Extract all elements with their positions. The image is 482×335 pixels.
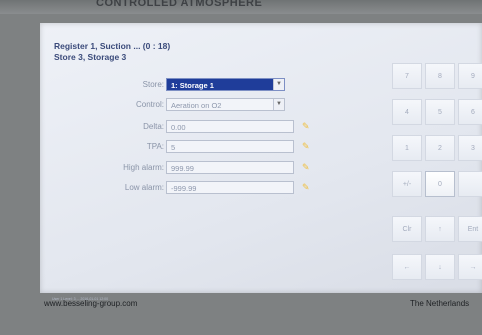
low-alarm-label: Low alarm: [124,183,164,192]
pencil-icon[interactable]: ✎ [302,182,312,193]
tpa-label: TPA: [146,142,164,151]
arrow-right-icon[interactable]: → [458,254,482,280]
arrow-left-icon[interactable]: ← [392,254,422,280]
title-line-2: Store 3, Storage 3 [54,52,127,62]
store-label: Store: [142,80,164,89]
tpa-value: 5 [171,143,176,152]
pencil-icon[interactable]: ✎ [302,121,312,132]
delta-field[interactable]: 0.00 [166,120,294,133]
key-blank[interactable] [458,171,482,197]
low-alarm-row: Low alarm: [40,181,164,195]
pencil-icon[interactable]: ✎ [302,141,312,152]
key-8[interactable]: 8 [425,63,455,89]
control-row: Control: [40,98,164,112]
high-alarm-label: High alarm: [123,163,164,172]
high-alarm-value: 999.99 [171,164,194,173]
device-header-text: CONTROLLED ATMOSPHERE [96,0,263,9]
key-6[interactable]: 6 [458,99,482,125]
tpa-field[interactable]: 5 [166,140,294,153]
title-line-1: Register 1, Suction ... (0 : 18) [54,41,171,51]
tpa-row: TPA: [40,140,164,154]
high-alarm-field[interactable]: 999.99 [166,161,294,174]
arrow-up-icon[interactable]: ↑ [425,216,455,242]
device-bezel-top: CONTROLLED ATMOSPHERE [0,0,482,14]
key-1[interactable]: 1 [392,135,422,161]
store-value: 1: Storage 1 [171,81,214,90]
key-3[interactable]: 3 [458,135,482,161]
page-title: Register 1, Suction ... (0 : 18) Store 3… [54,41,170,63]
chevron-down-icon[interactable]: ▼ [273,99,284,110]
footer-country: The Netherlands [410,299,470,308]
control-value: Aeration on O2 [171,101,222,110]
high-alarm-row: High alarm: [40,161,164,175]
control-label: Control: [135,100,164,109]
store-select[interactable]: 1: Storage 1 ▼ [166,78,285,91]
arrow-down-icon[interactable]: ↓ [425,254,455,280]
pencil-icon[interactable]: ✎ [302,162,312,173]
delta-value: 0.00 [171,123,186,132]
key-enter[interactable]: Ent [458,216,482,242]
low-alarm-field[interactable]: -999.99 [166,181,294,194]
key-4[interactable]: 4 [392,99,422,125]
delta-label: Delta: [143,122,164,131]
touchscreen: Register 1, Suction ... (0 : 18) Store 3… [40,23,482,301]
key-0[interactable]: 0 [425,171,455,197]
key-7[interactable]: 7 [392,63,422,89]
key-clear[interactable]: Clr [392,216,422,242]
footer-website: www.besseling-group.com [44,299,138,308]
chevron-down-icon[interactable]: ▼ [273,79,284,90]
low-alarm-value: -999.99 [171,184,197,193]
key-9[interactable]: 9 [458,63,482,89]
store-row: Store: [40,78,164,92]
key-5[interactable]: 5 [425,99,455,125]
delta-row: Delta: [40,120,164,134]
key-plus-minus[interactable]: +/- [392,171,422,197]
control-select[interactable]: Aeration on O2 ▼ [166,98,285,111]
key-2[interactable]: 2 [425,135,455,161]
